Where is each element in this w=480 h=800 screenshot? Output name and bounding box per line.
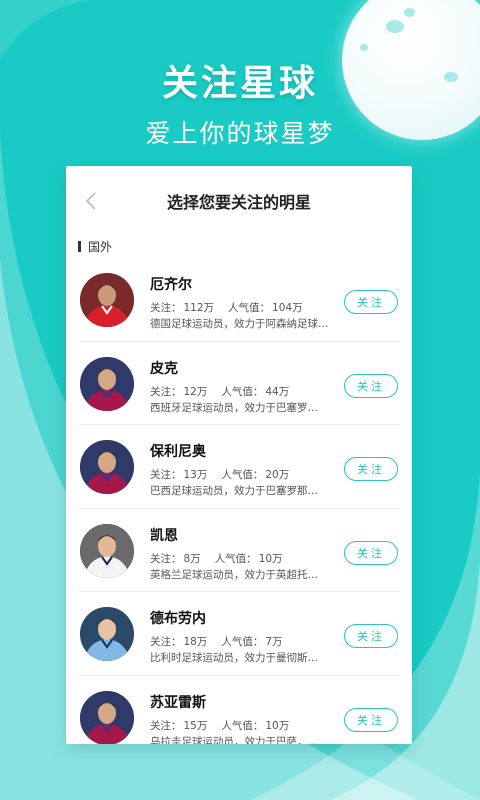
follow-button[interactable]: 关注	[344, 624, 398, 648]
popularity-label: 人气值：	[221, 636, 264, 648]
player-stats: 关注： 18万 人气值： 7万	[150, 634, 297, 649]
player-row-4[interactable]: 凯恩 关注： 8万 人气值： 10万 英格兰足球运动员，效力于英超托… 关注	[78, 509, 400, 592]
followers-count: 18万	[183, 636, 208, 648]
popularity-label: 人气值：	[221, 719, 264, 732]
followers-label: 关注：	[150, 636, 182, 648]
player-stats: 关注： 112万 人气值： 104万	[150, 300, 317, 315]
followers-count: 112万	[183, 302, 215, 314]
popularity-count: 10万	[265, 719, 290, 732]
section-label: 国外	[88, 239, 113, 254]
player-avatar	[80, 356, 134, 411]
player-name: 厄齐尔	[150, 277, 192, 293]
hero-title: 关注星球	[161, 63, 318, 104]
player-row-2[interactable]: 皮克 关注： 12万 人气值： 44万 西班牙足球运动员，效力于巴塞罗… 关注	[78, 342, 400, 425]
followers-label: 关注：	[150, 302, 182, 314]
popularity-count: 104万	[272, 302, 303, 314]
player-list: 厄齐尔 关注： 112万 人气值： 104万 德国足球运动员，效力于阿森纳足球… 关…	[66, 258, 412, 744]
player-name: 保利尼奥	[150, 444, 206, 460]
player-stats: 关注： 15万 人气值： 10万	[150, 718, 303, 733]
follow-button[interactable]: 关注	[344, 540, 398, 565]
popularity-label: 人气值：	[228, 302, 271, 314]
player-description: 西班牙足球运动员，效力于巴塞罗…	[150, 401, 318, 414]
hero-subtitle: 爱上你的球星梦	[145, 119, 335, 148]
followers-label: 关注：	[150, 385, 182, 398]
player-description: 巴西足球运动员，效力于巴塞罗那…	[150, 485, 318, 497]
player-avatar	[80, 607, 134, 661]
player-row-6[interactable]: 苏亚雷斯 关注： 15万 人气值： 10万 乌拉圭足球运动员，效力于巴萨，… 关注	[78, 676, 400, 745]
player-avatar	[80, 690, 134, 744]
follow-button[interactable]: 关注	[344, 457, 398, 481]
popularity-label: 人气值：	[214, 552, 257, 565]
player-description: 德国足球运动员，效力于阿森纳足球…	[150, 318, 329, 330]
player-name: 凯恩	[150, 527, 178, 544]
player-name: 德布劳内	[150, 611, 206, 627]
followers-count: 13万	[183, 469, 208, 481]
player-description: 乌拉圭足球运动员，效力于巴萨，…	[150, 735, 318, 745]
followers-count: 15万	[183, 719, 208, 732]
player-row-1[interactable]: 厄齐尔 关注： 112万 人气值： 104万 德国足球运动员，效力于阿森纳足球… 关…	[78, 258, 400, 342]
player-avatar	[80, 523, 134, 578]
followers-count: 12万	[183, 385, 208, 398]
section-header: 国外	[78, 236, 412, 256]
player-name: 苏亚雷斯	[150, 694, 206, 711]
back-button[interactable]	[78, 188, 104, 214]
dialog-header: 选择您要关注的明星	[66, 166, 412, 236]
player-description: 英格兰足球运动员，效力于英超托…	[150, 568, 318, 581]
player-name: 皮克	[150, 360, 178, 377]
player-avatar	[80, 440, 134, 494]
player-description: 比利时足球运动员，效力于曼彻斯…	[150, 652, 318, 664]
popularity-count: 44万	[265, 385, 290, 398]
player-row-5[interactable]: 德布劳内 关注： 18万 人气值： 7万 比利时足球运动员，效力于曼彻斯… 关注	[78, 592, 400, 676]
dialog-title: 选择您要关注的明星	[166, 193, 311, 212]
player-row-3[interactable]: 保利尼奥 关注： 13万 人气值： 20万 巴西足球运动员，效力于巴塞罗那… 关注	[78, 425, 400, 509]
player-avatar	[80, 273, 134, 327]
follow-button[interactable]: 关注	[344, 707, 398, 732]
select-star-dialog: 选择您要关注的明星 国外 厄齐尔 关注： 112万 人气值： 104万 德国足球运动…	[66, 166, 412, 744]
follow-button[interactable]: 关注	[344, 290, 398, 314]
followers-label: 关注：	[150, 469, 182, 481]
player-stats: 关注： 13万 人气值： 20万	[150, 467, 303, 482]
popularity-label: 人气值：	[221, 385, 264, 398]
player-stats: 关注： 12万 人气值： 44万	[150, 384, 303, 399]
popularity-count: 7万	[265, 636, 283, 648]
followers-label: 关注：	[150, 719, 182, 732]
followers-count: 8万	[183, 552, 201, 565]
popularity-count: 20万	[265, 469, 290, 481]
popularity-label: 人气值：	[221, 469, 264, 481]
player-stats: 关注： 8万 人气值： 10万	[150, 551, 297, 566]
followers-label: 关注：	[150, 552, 182, 565]
follow-button[interactable]: 关注	[344, 373, 398, 398]
popularity-count: 10万	[258, 552, 283, 565]
chevron-left-icon	[85, 192, 96, 210]
section-marker	[78, 240, 81, 252]
